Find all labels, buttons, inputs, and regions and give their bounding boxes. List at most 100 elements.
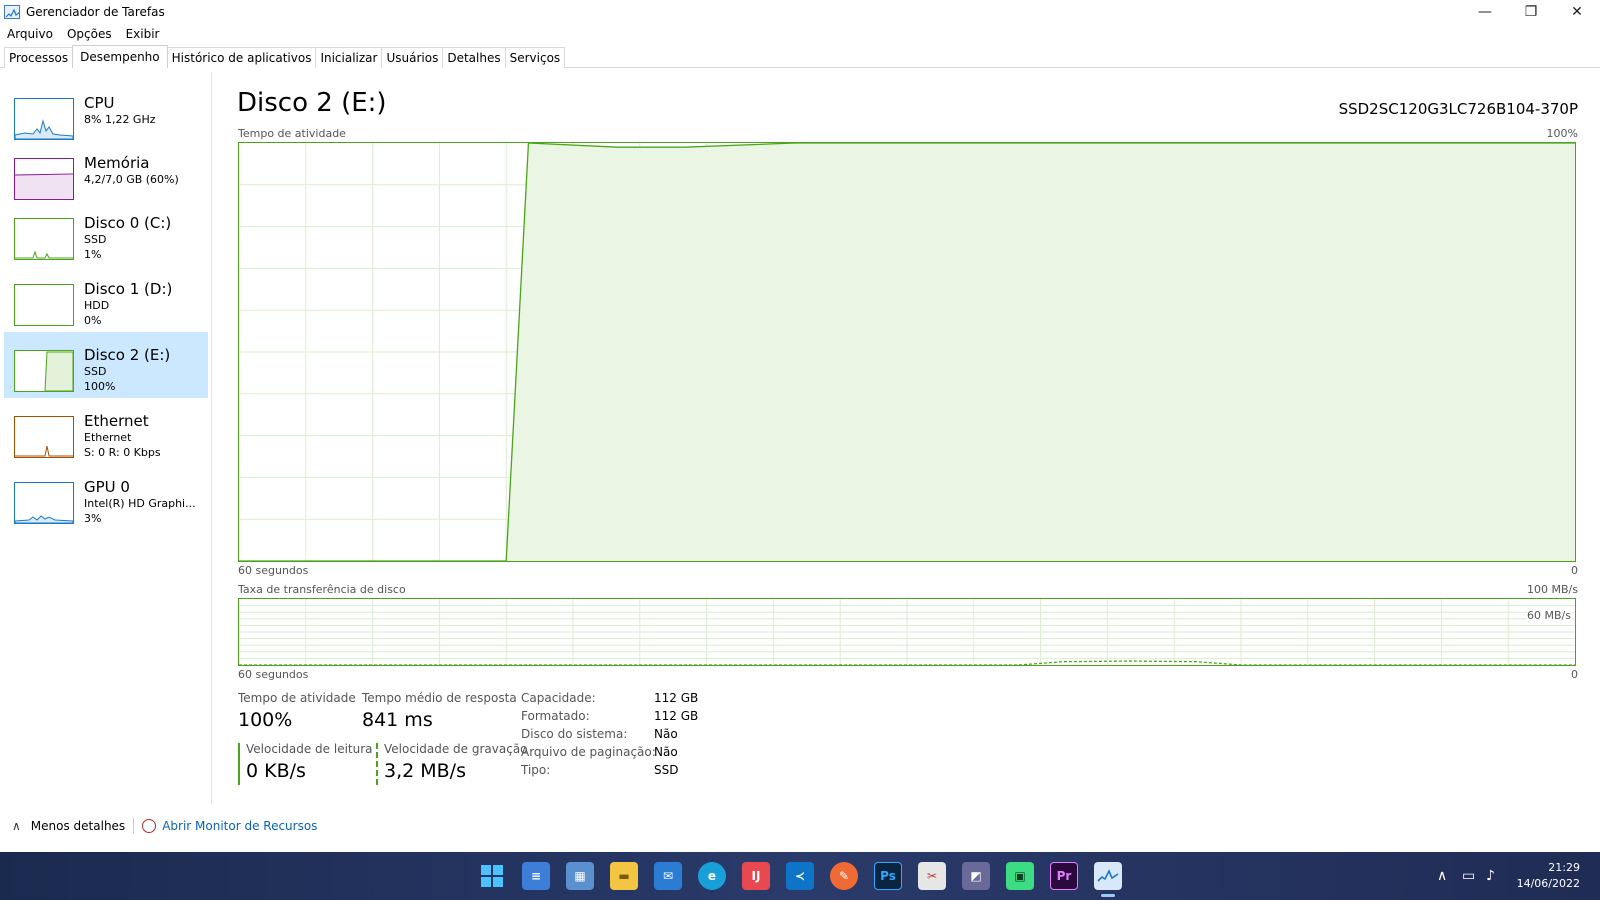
open-resource-monitor-link[interactable]: Abrir Monitor de Recursos (162, 819, 317, 833)
mail-icon[interactable]: ✉ (654, 862, 682, 890)
disk-model: SSD2SC120G3LC726B104-370P (1338, 100, 1578, 118)
clock-date: 14/06/2022 (1516, 877, 1580, 890)
sidebar-item-disk1[interactable]: Disco 1 (D:) HDD 0% (4, 266, 208, 332)
menu-exibir[interactable]: Exibir (119, 24, 167, 44)
android-studio-icon[interactable]: ▣ (1006, 862, 1034, 890)
resource-monitor-icon (142, 819, 157, 833)
clock-time: 21:29 (1548, 861, 1580, 874)
sidebar-item-ethernet[interactable]: Ethernet Ethernet S: 0 R: 0 Kbps (4, 398, 208, 464)
sidebar-item-title: Memória (84, 154, 150, 172)
cpu-thumbnail-graph (14, 98, 74, 140)
snipping-tool-icon[interactable]: ✂ (918, 862, 946, 890)
menu-opcoes[interactable]: Opções (60, 24, 119, 44)
activity-stat-label: Tempo de atividade (238, 691, 356, 705)
read-speed-value: 0 KB/s (246, 760, 306, 782)
intellij-icon[interactable]: IJ (742, 862, 770, 890)
menu-bar: Arquivo Opções Exibir (0, 24, 166, 44)
active-app-indicator (1101, 894, 1115, 897)
gpu-thumbnail-graph (14, 482, 74, 524)
sidebar-item-detail: HDD (84, 299, 110, 312)
vscode-icon[interactable]: ≺ (786, 862, 814, 890)
prop-system-disk-value: Não (654, 727, 678, 741)
tab-servicos[interactable]: Serviços (504, 47, 566, 68)
windows-start-icon[interactable] (478, 862, 506, 890)
transfer-graph: 60 MB/s (238, 598, 1576, 666)
disk0-thumbnail-graph (14, 218, 74, 260)
window-title: Gerenciador de Tarefas (26, 5, 165, 19)
response-stat-label: Tempo médio de resposta (362, 691, 517, 705)
network-icon[interactable]: ▭ (1462, 868, 1475, 884)
volume-icon[interactable]: ♪ (1486, 868, 1495, 884)
sidebar-item-cpu[interactable]: CPU 8% 1,22 GHz (4, 80, 208, 146)
clock[interactable]: 21:29 14/06/2022 (1517, 860, 1580, 892)
sidebar-item-detail: 8% 1,22 GHz (84, 113, 156, 126)
tab-processos[interactable]: Processos (4, 47, 74, 68)
read-speed-label: Velocidade de leitura (246, 742, 373, 756)
prop-type-value: SSD (654, 763, 679, 777)
memory-thumbnail-graph (14, 158, 74, 200)
transfer-zero-label: 0 (1571, 668, 1578, 681)
prop-capacity-key: Capacidade: (521, 691, 596, 705)
sidebar-item-title: Disco 0 (C:) (84, 214, 172, 232)
sidebar-item-title: GPU 0 (84, 478, 130, 496)
transfer-graph-svg (239, 599, 1575, 666)
prop-capacity-value: 112 GB (654, 691, 699, 705)
tab-desempenho[interactable]: Desempenho (72, 45, 168, 68)
prop-type-key: Tipo: (521, 763, 551, 777)
file-explorer-icon[interactable]: ▬ (610, 862, 638, 890)
prop-formatted-value: 112 GB (654, 709, 699, 723)
sidebar-item-disk0[interactable]: Disco 0 (C:) SSD 1% (4, 200, 208, 266)
activity-stat-value: 100% (238, 709, 293, 731)
activity-graph-max-label: 100% (1546, 127, 1578, 140)
prop-system-disk-key: Disco do sistema: (521, 727, 628, 741)
sidebar-item-detail: SSD (84, 365, 107, 378)
disk1-thumbnail-graph (14, 284, 74, 326)
tab-detalhes[interactable]: Detalhes (442, 47, 506, 68)
tab-historico[interactable]: Histórico de aplicativos (166, 47, 317, 68)
notepad-icon[interactable]: ≡ (522, 862, 550, 890)
sidebar-item-detail: Intel(R) HD Graphi... (84, 497, 196, 510)
app-gray-icon[interactable]: ◩ (962, 862, 990, 890)
footer-divider (133, 818, 135, 834)
menu-arquivo[interactable]: Arquivo (0, 24, 60, 44)
chevron-up-icon[interactable]: ∧ (12, 819, 21, 833)
sidebar-item-gpu0[interactable]: GPU 0 Intel(R) HD Graphi... 3% (4, 464, 208, 530)
task-manager-taskbar-icon[interactable] (1094, 862, 1122, 890)
page-title: Disco 2 (E:) (237, 88, 387, 118)
window-controls: — ❐ ✕ (1462, 0, 1600, 24)
transfer-time-label: 60 segundos (238, 668, 309, 681)
edge-icon[interactable]: e (698, 862, 726, 890)
sidebar-item-usage: 0% (84, 314, 102, 327)
tab-inicializar[interactable]: Inicializar (315, 47, 383, 68)
chevron-up-icon[interactable]: ∧ (1437, 868, 1447, 884)
activity-time-label: 60 segundos (238, 564, 309, 577)
sidebar-item-usage: 3% (84, 512, 102, 525)
premiere-icon[interactable]: Pr (1050, 862, 1078, 890)
less-details-button[interactable]: Menos detalhes (31, 819, 125, 833)
sidebar-item-title: Disco 2 (E:) (84, 346, 171, 364)
transfer-graph-max-label: 100 MB/s (1527, 583, 1578, 596)
photoshop-icon[interactable]: Ps (874, 862, 902, 890)
write-speed-value: 3,2 MB/s (384, 760, 466, 782)
sidebar-item-title: CPU (84, 94, 115, 112)
transfer-graph-label: Taxa de transferência de disco (238, 583, 406, 596)
activity-graph-label: Tempo de atividade (238, 127, 346, 140)
maximize-button[interactable]: ❐ (1508, 0, 1554, 24)
performance-sidebar: CPU 8% 1,22 GHz Memória 4,2/7,0 GB (60%)… (0, 72, 212, 804)
postman-icon[interactable]: ✎ (830, 862, 858, 890)
sidebar-item-detail: Ethernet (84, 431, 132, 444)
footer-bar: ∧ Menos detalhes Abrir Monitor de Recurs… (0, 814, 317, 838)
control-panel-icon[interactable]: ▦ (566, 862, 594, 890)
tab-usuarios[interactable]: Usuários (381, 47, 444, 68)
sidebar-item-title: Ethernet (84, 412, 149, 430)
activity-graph-svg (239, 142, 1575, 562)
prop-formatted-key: Formatado: (521, 709, 590, 723)
sidebar-item-memory[interactable]: Memória 4,2/7,0 GB (60%) (4, 140, 208, 206)
sidebar-item-disk2[interactable]: Disco 2 (E:) SSD 100% (4, 332, 208, 398)
prop-paging-file-key: Arquivo de paginação: (521, 745, 656, 759)
ethernet-thumbnail-graph (14, 416, 74, 458)
sidebar-item-usage: 100% (84, 380, 116, 393)
close-button[interactable]: ✕ (1554, 0, 1600, 24)
disk2-thumbnail-graph (14, 350, 74, 392)
minimize-button[interactable]: — (1462, 0, 1508, 24)
